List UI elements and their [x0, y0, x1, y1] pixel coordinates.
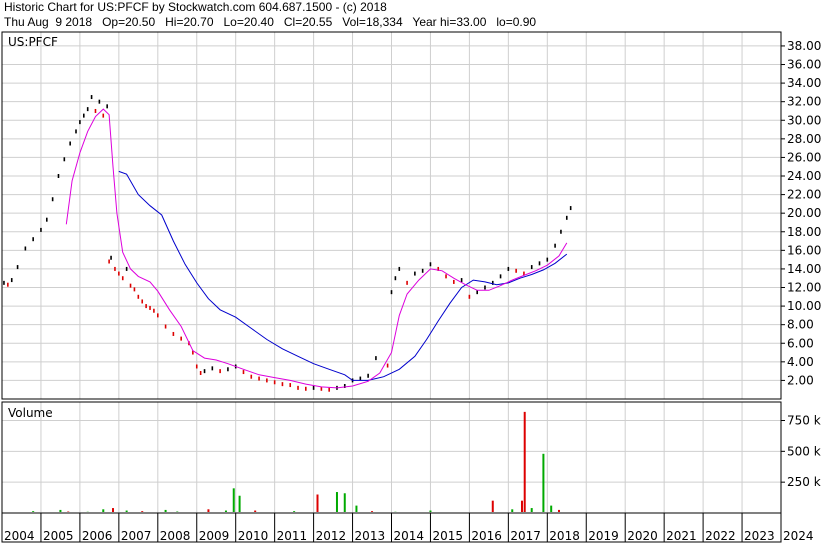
- symbol-label: US:PFCF: [8, 35, 58, 49]
- year-tick-label: 2023: [744, 529, 775, 543]
- year-tick-label: 2005: [43, 529, 74, 543]
- year-tick-label: 2020: [627, 529, 658, 543]
- price-tick-label: 32.00: [787, 95, 821, 109]
- price-tick-label: 22.00: [787, 188, 821, 202]
- volume-tick-label: 250 k: [787, 475, 821, 489]
- year-tick-label: 2008: [160, 529, 191, 543]
- volume-bars: [32, 411, 560, 512]
- year-tick-label: 2007: [121, 529, 152, 543]
- price-tick-label: 38.00: [787, 39, 821, 53]
- price-tick-label: 14.00: [787, 262, 821, 276]
- year-axis: 2004 2005 2006 2007 2008 2009 2010 2011 2012 2013…: [1, 513, 814, 543]
- year-tick-label: 2021: [666, 529, 697, 543]
- price-tick-label: 30.00: [787, 113, 821, 127]
- price-tick-label: 2.00: [787, 373, 814, 387]
- price-tick-label: 6.00: [787, 336, 814, 350]
- year-tick-label: 2018: [549, 529, 580, 543]
- short-moving-average-line: [65, 108, 568, 389]
- year-tick-label: 2012: [316, 529, 347, 543]
- volume-tick-label: 500 k: [787, 444, 821, 458]
- year-tick-label: 2015: [432, 529, 463, 543]
- volume-tick-label: 750 k: [787, 414, 821, 428]
- year-tick-label: 2011: [277, 529, 308, 543]
- price-axis: 2.00 4.00 6.00 8.00 10.00 12.00 14.00 16.00 18.0…: [781, 39, 821, 387]
- price-tick-label: 18.00: [787, 225, 821, 239]
- year-tick-label: 2024: [783, 529, 814, 543]
- price-tick-label: 12.00: [787, 281, 821, 295]
- volume-axis: 250 k 500 k 750 k: [781, 414, 821, 489]
- price-tick-label: 4.00: [787, 355, 814, 369]
- price-grid: [1, 32, 782, 399]
- price-tick-label: 28.00: [787, 132, 821, 146]
- price-bars: [3, 95, 572, 392]
- price-tick-label: 8.00: [787, 318, 814, 332]
- year-tick-label: 2010: [238, 529, 269, 543]
- year-tick-label: 2019: [588, 529, 619, 543]
- volume-grid: [1, 402, 782, 513]
- price-tick-label: 16.00: [787, 243, 821, 257]
- price-tick-label: 26.00: [787, 150, 821, 164]
- year-tick-label: 2022: [705, 529, 736, 543]
- volume-title: Volume: [8, 406, 53, 420]
- year-tick-label: 2016: [471, 529, 502, 543]
- long-moving-average-line: [118, 170, 568, 381]
- year-tick-label: 2009: [199, 529, 230, 543]
- year-tick-label: 2017: [510, 529, 541, 543]
- price-tick-label: 24.00: [787, 169, 821, 183]
- year-tick-label: 2014: [394, 529, 425, 543]
- year-tick-label: 2004: [4, 529, 35, 543]
- stock-chart: US:PFCF Volume 2.00 4.00 6.00 8.00 10.00 12.0…: [1, 31, 821, 543]
- price-tick-label: 34.00: [787, 76, 821, 90]
- price-tick-label: 10.00: [787, 299, 821, 313]
- price-tick-label: 36.00: [787, 58, 821, 72]
- price-tick-label: 20.00: [787, 206, 821, 220]
- year-tick-label: 2013: [355, 529, 386, 543]
- year-tick-label: 2006: [82, 529, 113, 543]
